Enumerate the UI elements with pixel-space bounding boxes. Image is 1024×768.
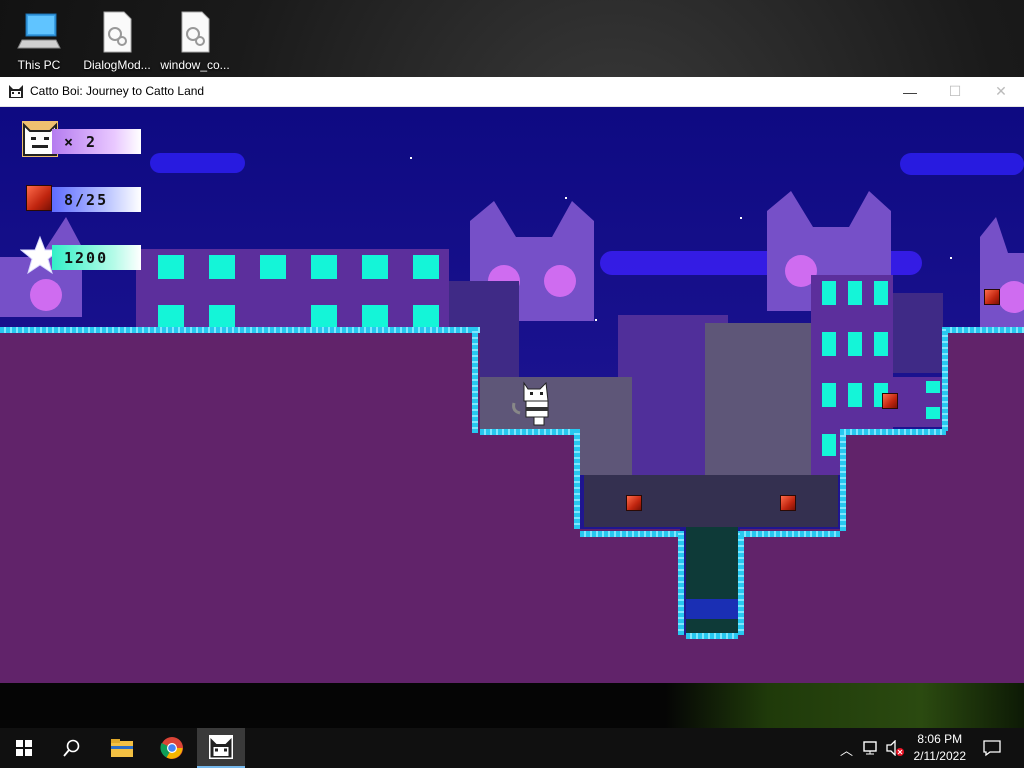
cat-app-icon — [8, 83, 24, 99]
building-window — [926, 381, 940, 393]
game-window: Catto Boi: Journey to Catto Land — ☐ ✕ ×… — [0, 77, 1024, 683]
windows-logo-icon — [16, 740, 32, 756]
building-window — [822, 434, 836, 456]
building-window — [311, 305, 337, 329]
desktop-icon-dialogmod[interactable]: DialogMod... — [80, 6, 154, 76]
building-window — [822, 383, 836, 407]
notification-icon[interactable] — [983, 739, 1001, 757]
desktop-icon-window-config[interactable]: window_co... — [158, 6, 232, 76]
tunnel — [584, 475, 838, 527]
clock-time: 8:06 PM — [917, 732, 963, 746]
grass-edge — [0, 327, 480, 333]
ground-right — [946, 329, 1024, 683]
building-window — [362, 255, 388, 279]
grass-edge — [678, 531, 684, 635]
computer-icon — [17, 13, 61, 49]
red-gem — [882, 393, 898, 409]
grass-edge — [480, 429, 580, 435]
building-window — [311, 255, 337, 279]
gem-counter-icon — [26, 185, 52, 211]
grass-edge — [740, 531, 840, 537]
settings-file-icon — [181, 11, 210, 53]
close-button[interactable]: ✕ — [978, 77, 1024, 106]
cat-app-icon — [209, 735, 233, 759]
building-window — [848, 383, 862, 407]
minimize-button[interactable]: — — [887, 77, 933, 106]
ground-step — [480, 431, 580, 683]
chrome-icon — [160, 737, 183, 759]
building — [893, 293, 943, 373]
star — [950, 257, 952, 259]
taskbar-file-explorer[interactable] — [98, 728, 146, 768]
lives-counter: × 2 — [52, 129, 141, 154]
star — [410, 157, 412, 159]
building — [705, 323, 811, 475]
building-window — [260, 255, 286, 279]
clock[interactable]: 8:06 PM 2/11/2022 — [914, 731, 967, 765]
volume-muted-icon[interactable] — [885, 740, 905, 756]
desktop-icon-label: This PC — [17, 58, 61, 72]
grass-edge — [840, 429, 946, 435]
cat-silhouette — [980, 217, 1024, 337]
taskbar-chrome[interactable] — [148, 728, 196, 768]
desktop-icon-label: window_co... — [160, 58, 230, 72]
building-window — [209, 255, 235, 279]
taskbar: ︿ 8:06 PM 2/11/2022 — [0, 728, 1024, 768]
settings-file-icon — [103, 11, 132, 53]
folder-icon — [111, 739, 133, 757]
building-window — [822, 281, 836, 305]
window-title: Catto Boi: Journey to Catto Land — [30, 84, 205, 98]
building-window — [822, 332, 836, 356]
start-button[interactable] — [0, 728, 48, 768]
red-gem — [780, 495, 796, 511]
desktop-icon-label: DialogMod... — [83, 58, 151, 72]
ground-pit-floor — [740, 529, 840, 683]
water — [686, 599, 738, 619]
ground-shaft-bottom — [680, 635, 740, 683]
grass-edge — [580, 531, 684, 537]
score-counter: 1200 — [52, 245, 141, 270]
building-window — [848, 332, 862, 356]
grass-edge — [686, 633, 738, 639]
chevron-up-icon[interactable]: ︿ — [840, 740, 853, 759]
network-icon[interactable] — [862, 740, 880, 756]
building-window — [413, 255, 439, 279]
building-window — [848, 281, 862, 305]
building-window — [874, 332, 888, 356]
taskbar-catto-boi[interactable] — [197, 728, 245, 768]
grass-edge — [942, 327, 948, 431]
building-window — [209, 305, 235, 329]
building-window — [874, 281, 888, 305]
title-bar[interactable]: Catto Boi: Journey to Catto Land — ☐ ✕ — [0, 77, 1024, 107]
desktop-icon-this-pc[interactable]: This PC — [2, 6, 76, 76]
red-gem — [626, 495, 642, 511]
grass-edge — [472, 327, 478, 433]
game-canvas[interactable]: × 2 8/25 1200 — [0, 107, 1024, 683]
building-window — [158, 255, 184, 279]
grass-edge — [946, 327, 1024, 333]
desktop-wallpaper-strip — [0, 683, 1024, 728]
cloud — [900, 153, 1024, 175]
ground-step — [840, 431, 946, 683]
clock-date: 2/11/2022 — [913, 749, 967, 763]
cloud — [150, 153, 245, 173]
building-window — [158, 305, 184, 329]
grass-edge — [738, 531, 744, 635]
building-window — [926, 407, 940, 419]
gems-counter: 8/25 — [52, 187, 141, 212]
star — [565, 197, 567, 199]
ground-left — [0, 329, 480, 683]
grass-edge — [574, 429, 580, 529]
player-cat — [512, 381, 549, 426]
star — [740, 217, 742, 219]
ground-pit-floor — [580, 529, 680, 683]
red-gem — [984, 289, 1000, 305]
building-window — [413, 305, 439, 329]
maximize-button[interactable]: ☐ — [932, 77, 978, 106]
building-window — [362, 305, 388, 329]
search-button[interactable] — [48, 728, 96, 768]
search-icon — [63, 739, 80, 757]
grass-edge — [840, 429, 846, 531]
